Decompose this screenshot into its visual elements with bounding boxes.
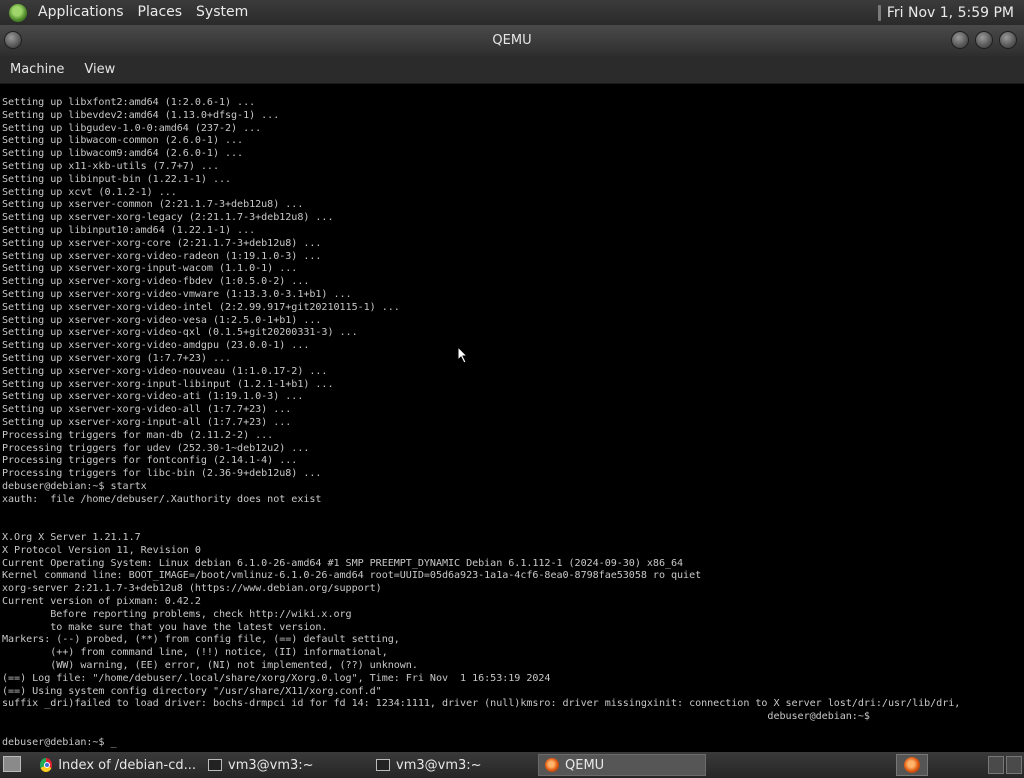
minimize-icon[interactable] bbox=[951, 31, 969, 49]
task-terminal-2[interactable]: vm3@vm3:~ bbox=[370, 754, 534, 776]
terminal-icon bbox=[208, 759, 222, 771]
vm-console[interactable]: Setting up libxfont2:amd64 (1:2.0.6-1) .… bbox=[0, 84, 1024, 752]
maximize-icon[interactable] bbox=[975, 31, 993, 49]
workspace-2-icon[interactable] bbox=[1006, 756, 1022, 774]
menu-machine[interactable]: Machine bbox=[0, 56, 74, 84]
clock[interactable]: Fri Nov 1, 5:59 PM bbox=[887, 5, 1014, 21]
close-icon[interactable] bbox=[999, 31, 1017, 49]
task-label: QEMU bbox=[565, 757, 605, 773]
qemu-icon bbox=[545, 758, 559, 772]
task-label: vm3@vm3:~ bbox=[228, 757, 314, 773]
window-titlebar[interactable]: QEMU bbox=[0, 25, 1024, 56]
qemu-menubar: Machine View bbox=[0, 56, 1024, 84]
workspace-1-icon[interactable] bbox=[988, 756, 1004, 774]
task-label: vm3@vm3:~ bbox=[396, 757, 482, 773]
window-title: QEMU bbox=[492, 33, 532, 48]
qemu-icon bbox=[904, 757, 920, 773]
bottom-taskbar: Index of /debian-cd... vm3@vm3:~ vm3@vm3… bbox=[0, 752, 1024, 778]
applications-menu[interactable]: Applications bbox=[31, 0, 131, 25]
task-browser[interactable]: Index of /debian-cd... bbox=[34, 754, 196, 776]
task-terminal-1[interactable]: vm3@vm3:~ bbox=[202, 754, 366, 776]
system-menu[interactable]: System bbox=[189, 0, 255, 25]
panel-separator-icon bbox=[877, 4, 881, 21]
places-menu[interactable]: Places bbox=[131, 0, 190, 25]
task-label: Index of /debian-cd... bbox=[58, 757, 196, 773]
tray-qemu-button[interactable] bbox=[896, 754, 928, 776]
gnome-foot-icon[interactable] bbox=[9, 3, 27, 22]
terminal-icon bbox=[376, 759, 390, 771]
panel-clock-area[interactable]: Fri Nov 1, 5:59 PM bbox=[877, 4, 1024, 21]
top-panel: Applications Places System Fri Nov 1, 5:… bbox=[0, 0, 1024, 25]
task-qemu[interactable]: QEMU bbox=[538, 754, 706, 776]
console-output: Setting up libxfont2:amd64 (1:2.0.6-1) .… bbox=[2, 97, 961, 748]
chrome-icon bbox=[40, 758, 53, 772]
mouse-pointer-icon bbox=[457, 346, 469, 364]
show-desktop-icon[interactable] bbox=[3, 756, 21, 772]
menu-view[interactable]: View bbox=[74, 56, 125, 84]
